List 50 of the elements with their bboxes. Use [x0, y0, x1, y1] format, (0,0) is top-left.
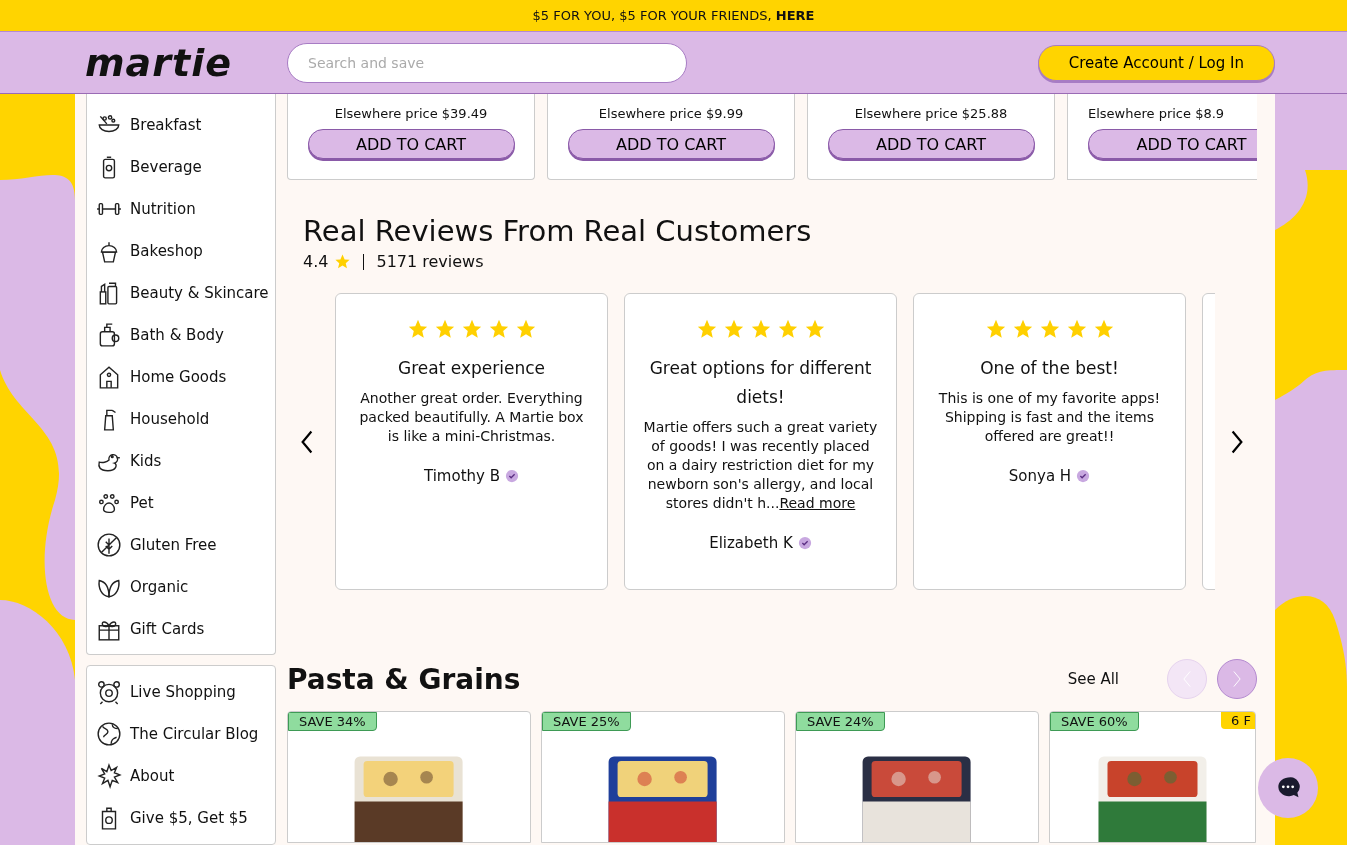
discount-badge: SAVE 25% — [542, 712, 631, 731]
category-item[interactable]: Breakfast — [87, 104, 275, 146]
category-item[interactable]: Home Goods — [87, 356, 275, 398]
discount-badge: SAVE 24% — [796, 712, 885, 731]
see-all-link[interactable]: See All — [1067, 670, 1119, 688]
review-title: Great options for different diets! — [648, 357, 873, 409]
add-to-cart-button[interactable]: ADD TO CART — [307, 129, 515, 159]
category-item[interactable]: Bakeshop — [87, 230, 275, 272]
add-to-cart-button[interactable]: ADD TO CART — [827, 129, 1035, 159]
category-item[interactable]: Bath & Body — [87, 314, 275, 356]
add-to-cart-button[interactable]: ADD TO CART — [1088, 129, 1257, 159]
category-item[interactable]: Pet — [87, 482, 275, 524]
review-title: Great experience — [398, 357, 545, 380]
review-author: Timothy B — [424, 467, 500, 485]
discount-badge: SAVE 34% — [288, 712, 377, 731]
read-more-link[interactable]: Read more — [779, 495, 856, 511]
search-field[interactable]: Search and save — [287, 42, 687, 83]
promo-text: $5 FOR YOU, $5 FOR YOUR FRIENDS, HERE — [532, 8, 815, 23]
review-count: 5171 reviews — [376, 252, 484, 271]
review-text: This is one of my favorite apps! Shipping is fast and the items offered are great!! — [937, 389, 1162, 446]
promo-link[interactable]: HERE — [775, 8, 815, 23]
add-to-cart-button[interactable]: ADD TO CART — [567, 129, 775, 159]
category-item[interactable]: Beverage — [87, 146, 275, 188]
sidebar-link[interactable]: About — [87, 755, 275, 797]
reviews-title: Real Reviews From Real Customers — [303, 214, 813, 248]
review-text: Another great order. Everything packed beautifully. A Martie box is like a mini-Christmas. — [358, 389, 585, 446]
category-item[interactable]: Nutrition — [87, 188, 275, 230]
section-title: Pasta & Grains — [287, 662, 521, 696]
category-item[interactable]: Gluten Free — [87, 524, 275, 566]
sidebar-link[interactable]: Live Shopping — [87, 671, 275, 713]
deal-badge: 6 F — [1221, 712, 1255, 729]
category-item[interactable]: Household — [87, 398, 275, 440]
review-title: One of the best! — [980, 357, 1119, 380]
category-item[interactable]: Gift Cards — [87, 608, 275, 650]
category-item[interactable]: Beauty & Skincare — [87, 272, 275, 314]
review-author: Elizabeth K — [709, 534, 793, 552]
logo[interactable]: martie — [85, 40, 245, 85]
sidebar-link[interactable]: Give $5, Get $5 — [87, 797, 275, 839]
review-author: Sonya H — [1008, 467, 1072, 485]
review-text: Martie offers such a great variety of goods! I was recently placed on a dairy restriction diet for my newborn son's allergy, and local stores didn't h...Read more — [642, 418, 879, 513]
rating-value: 4.4 — [303, 252, 329, 271]
account-button[interactable]: Create Account / Log In — [1037, 44, 1275, 81]
sidebar-link[interactable]: The Circular Blog — [87, 713, 275, 755]
category-item[interactable]: Organic — [87, 566, 275, 608]
elsewhere-price: Elsewhere price $9.99 — [598, 106, 744, 121]
elsewhere-price: Elsewhere price $25.88 — [854, 106, 1008, 121]
elsewhere-price: Elsewhere price $8.9 — [1088, 106, 1225, 121]
elsewhere-price: Elsewhere price $39.49 — [334, 106, 488, 121]
discount-badge: SAVE 60% — [1050, 712, 1139, 731]
category-item[interactable]: Kids — [87, 440, 275, 482]
